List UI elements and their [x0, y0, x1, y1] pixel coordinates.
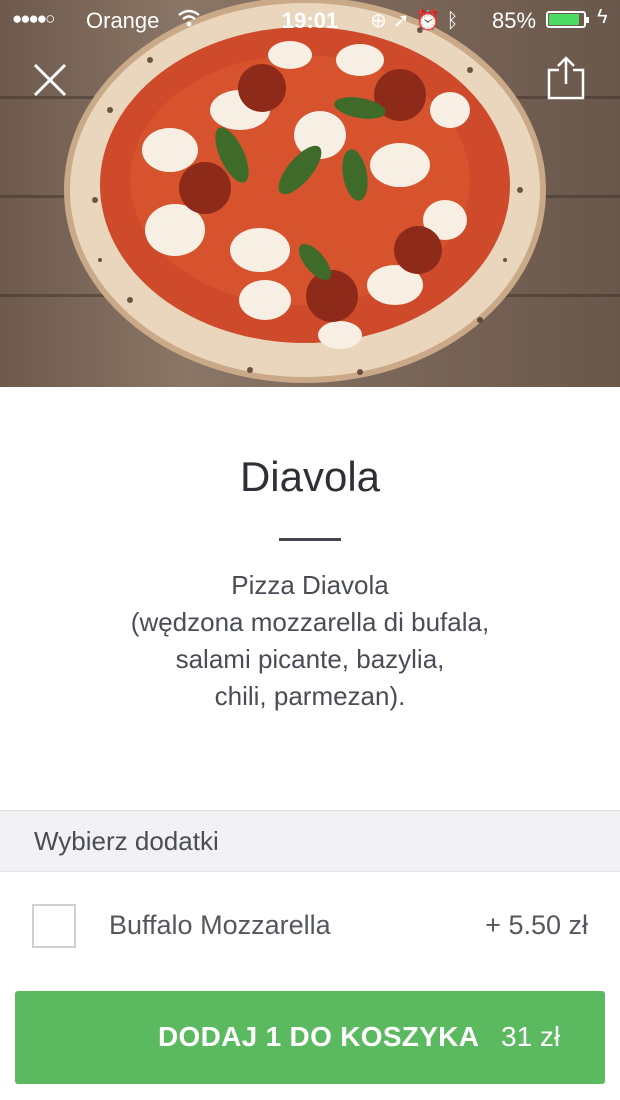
extra-option-row[interactable]: Buffalo Mozzarella + 5.50 zł	[0, 872, 620, 982]
battery-icon	[546, 11, 589, 28]
battery-percent: 85%	[492, 8, 537, 33]
title-divider	[279, 538, 341, 541]
product-photo: ●●●●○ Orange 19:01 ⊕➚⏰ᛒ 85% ϟ	[0, 0, 620, 387]
description-line: salami picante, bazylia,	[175, 644, 445, 674]
description-line: Pizza Diavola	[231, 570, 389, 600]
extra-checkbox[interactable]	[32, 904, 76, 948]
charging-icon: ϟ	[597, 6, 608, 28]
rotation-lock-icon: ⊕	[370, 10, 393, 32]
extra-option-price: + 5.50 zł	[485, 910, 588, 940]
pizza-image	[64, 0, 546, 383]
product-title: Diavola	[239, 453, 381, 500]
add-to-cart-button[interactable]: DODAJ 1 DO KOSZYKA 31 zł	[15, 991, 605, 1084]
status-bar: ●●●●○ Orange 19:01 ⊕➚⏰ᛒ 85% ϟ	[0, 0, 620, 40]
description-line: chili, parmezan).	[214, 681, 406, 711]
extras-header-label: Wybierz dodatki	[34, 826, 219, 856]
bluetooth-icon: ᛒ	[446, 10, 465, 32]
status-icons: ⊕➚⏰ᛒ	[370, 8, 464, 33]
extra-option-label: Buffalo Mozzarella	[109, 910, 331, 940]
location-icon: ➚	[392, 10, 416, 32]
add-to-cart-price: 31 zł	[501, 1021, 561, 1052]
close-icon	[33, 63, 67, 97]
share-button[interactable]	[546, 56, 586, 100]
close-button[interactable]	[30, 60, 70, 100]
alarm-icon: ⏰	[415, 10, 447, 32]
add-to-cart-label: DODAJ 1 DO KOSZYKA	[158, 1021, 480, 1052]
description-line: (wędzona mozzarella di bufala,	[130, 607, 490, 637]
extras-section-header: Wybierz dodatki	[0, 810, 620, 872]
product-description: Pizza Diavola (wędzona mozzarella di buf…	[0, 567, 620, 715]
share-icon	[547, 56, 585, 100]
